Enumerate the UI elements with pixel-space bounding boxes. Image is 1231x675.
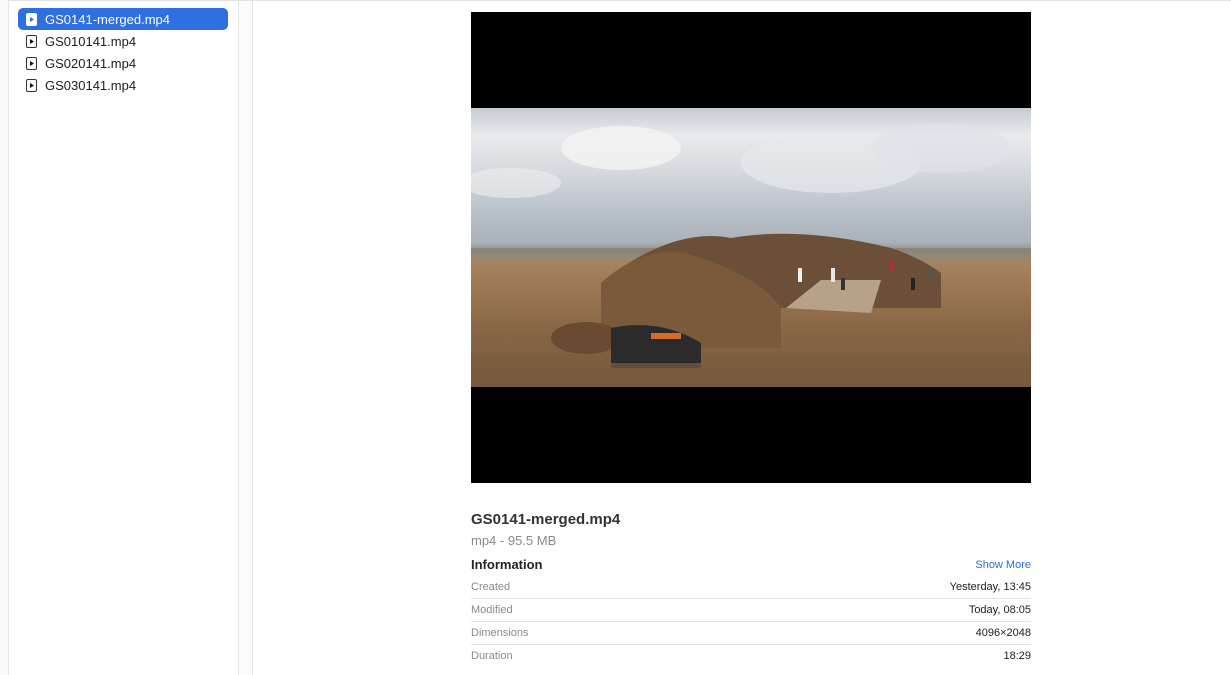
file-kind-size: mp4 - 95.5 MB [471, 533, 557, 548]
file-item-gs010141[interactable]: GS010141.mp4 [18, 30, 228, 52]
file-list: GS0141-merged.mp4 GS010141.mp4 GS020141.… [18, 8, 228, 96]
info-value: 18:29 [1003, 650, 1031, 662]
info-key: Duration [471, 650, 513, 662]
file-name: GS020141.mp4 [45, 55, 137, 71]
show-more-link[interactable]: Show More [931, 559, 1031, 571]
file-item-gs0141-merged[interactable]: GS0141-merged.mp4 [18, 8, 228, 30]
information-heading: Information [471, 557, 543, 572]
video-file-icon [26, 12, 37, 26]
info-key: Dimensions [471, 627, 529, 639]
file-item-gs020141[interactable]: GS020141.mp4 [18, 52, 228, 74]
info-key: Created [471, 581, 511, 593]
file-name: GS030141.mp4 [45, 77, 137, 93]
panorama-frame [471, 108, 1031, 387]
file-item-gs030141[interactable]: GS030141.mp4 [18, 74, 228, 96]
file-name: GS0141-merged.mp4 [45, 11, 171, 27]
info-key: Modified [471, 604, 513, 616]
video-file-icon [26, 78, 37, 92]
info-value: Yesterday, 13:45 [949, 581, 1031, 593]
left-edge-panel [0, 0, 9, 675]
information-table: Created Yesterday, 13:45 Modified Today,… [471, 576, 1031, 667]
file-sidebar: GS0141-merged.mp4 GS010141.mp4 GS020141.… [9, 1, 239, 675]
sidebar-divider[interactable] [239, 1, 253, 675]
info-value: Today, 08:05 [968, 604, 1031, 616]
video-preview[interactable] [471, 12, 1031, 483]
info-value: 4096×2048 [975, 627, 1031, 639]
info-row-dimensions: Dimensions 4096×2048 [471, 622, 1031, 645]
file-title: GS0141-merged.mp4 [471, 511, 621, 528]
file-name: GS010141.mp4 [45, 33, 137, 49]
video-file-icon [26, 34, 37, 48]
video-file-icon [26, 56, 37, 70]
info-row-duration: Duration 18:29 [471, 645, 1031, 667]
info-row-created: Created Yesterday, 13:45 [471, 576, 1031, 599]
info-row-modified: Modified Today, 08:05 [471, 599, 1031, 622]
